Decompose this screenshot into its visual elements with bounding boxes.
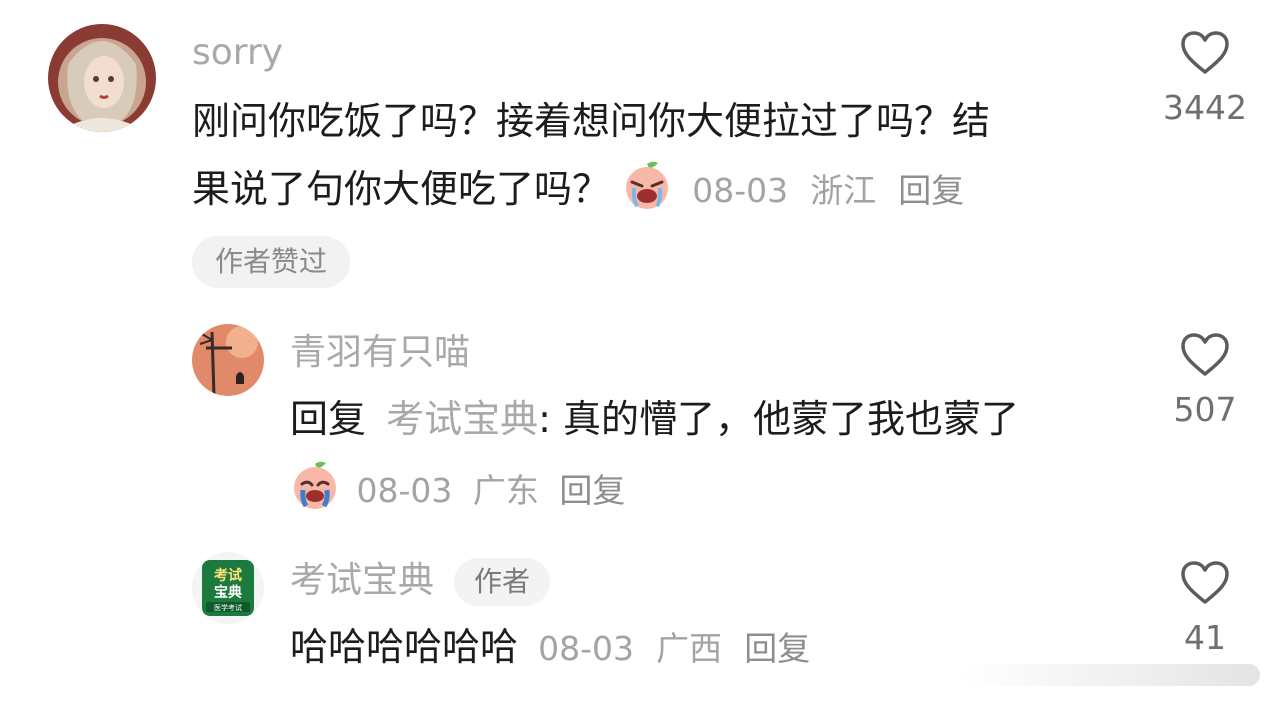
author-liked-badge: 作者赞过 [192,236,350,288]
like-button[interactable]: 41 [1150,560,1260,656]
heart-outline-icon [1181,31,1229,74]
reply-text-row: 回复 考试宝典: 真的懵了，他蒙了我也蒙了 [290,394,1019,444]
reply-meta-row: 08-03 广东 回复 [290,460,625,516]
comment-text-line2-row: 果说了句你大便吃了吗？ 08-03 浙江 回复 [192,160,964,216]
crying-peach-emoji [290,460,340,510]
like-button[interactable]: 3442 [1150,30,1260,126]
comment-text-line1: 刚问你吃饭了吗？接着想问你大便拉过了吗？结 [192,99,991,143]
avatar-text-top: 考试 [214,567,242,584]
username[interactable]: sorry [192,30,283,76]
reply-target[interactable]: 考试宝典 [386,397,538,441]
reply-prefix: 回复 [290,397,367,441]
heart-outline-icon [1181,333,1229,376]
avatar-qingyu[interactable] [192,324,264,396]
faded-overlay [960,664,1260,686]
comment-text-line2: 果说了句你大便吃了吗？ [192,167,611,211]
reply-button[interactable]: 回复 [559,471,625,510]
heart-outline-icon [1181,561,1229,604]
reply-date: 08-03 [356,471,453,510]
like-button[interactable]: 507 [1150,332,1260,428]
like-count: 3442 [1163,88,1247,127]
reply-username[interactable]: 青羽有只喵 [290,330,470,376]
author-username-row: 考试宝典 作者 [290,556,551,606]
avatar-caption: 医学考试 [214,603,242,612]
reply-button[interactable]: 回复 [898,171,964,210]
reply-button[interactable]: 回复 [744,629,810,668]
like-count: 41 [1184,618,1226,657]
author-tag: 作者 [454,558,551,606]
comment-location: 浙江 [810,171,877,210]
avatar-text-bottom: 宝典 [214,584,242,601]
author-reply-date: 08-03 [538,629,634,668]
avatar-sorry[interactable] [48,24,156,132]
author-reply-row: 哈哈哈哈哈哈 08-03 广西 回复 [290,622,810,674]
reply-text: : 真的懵了，他蒙了我也蒙了 [538,397,1020,441]
comment-date: 08-03 [692,171,789,210]
author-username[interactable]: 考试宝典 [290,560,434,601]
avatar-kaoshi-baodian[interactable]: 考试 宝典 医学考试 [192,552,264,624]
author-reply-location: 广西 [656,629,723,668]
like-count: 507 [1173,390,1237,429]
reply-location: 广东 [472,471,539,510]
author-reply-text: 哈哈哈哈哈哈 [290,625,519,669]
crying-peach-emoji [622,160,672,210]
